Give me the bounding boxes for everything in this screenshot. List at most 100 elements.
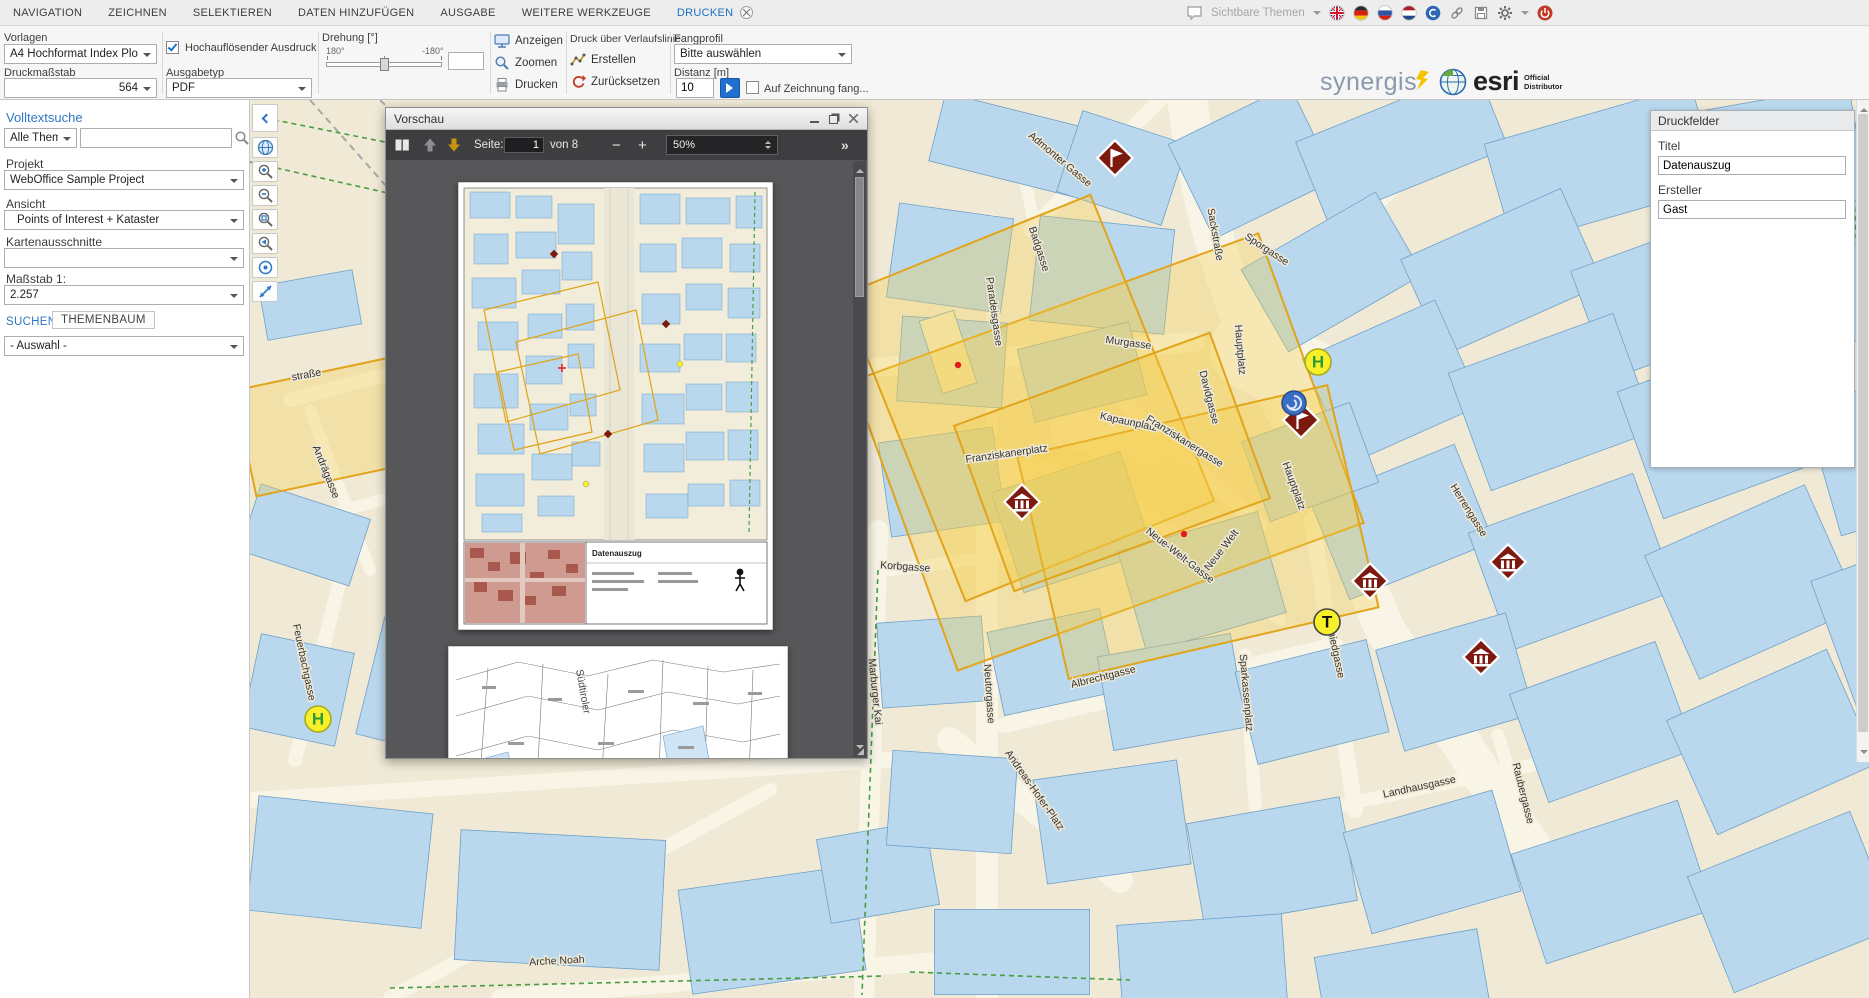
page-number-input[interactable]: [504, 137, 544, 153]
previous-extent-button[interactable]: [252, 233, 278, 254]
copyright-icon[interactable]: [1425, 5, 1441, 21]
zoom-level-select[interactable]: 50%: [666, 135, 778, 155]
gear-chevron-down-icon[interactable]: [1521, 11, 1529, 19]
zoom-window-button[interactable]: [252, 209, 278, 230]
center-map-button[interactable]: [252, 257, 278, 278]
more-tools-button[interactable]: »: [841, 137, 849, 153]
zoom-out-button[interactable]: −: [612, 137, 621, 154]
titel-label: Titel: [1658, 139, 1854, 153]
scrollbar-thumb[interactable]: [1858, 114, 1868, 732]
page1-title: Datenauszug: [592, 549, 642, 558]
tab-ausgabe[interactable]: AUSGABE: [427, 0, 508, 26]
poi-red-dot-icon[interactable]: [1181, 531, 1187, 537]
magnifier-icon: [494, 55, 510, 71]
kartenausschnitte-dropdown[interactable]: [4, 248, 244, 268]
fang-checkbox[interactable]: [746, 81, 759, 94]
volltextsuche-link[interactable]: Volltextsuche: [6, 110, 83, 125]
rotation-input[interactable]: [448, 52, 484, 70]
page-layout-icon[interactable]: [394, 137, 410, 153]
search-icon[interactable]: [234, 130, 250, 146]
poi-stop-h-icon[interactable]: H: [1305, 349, 1331, 375]
zoomen-button[interactable]: Zoomen: [494, 55, 557, 71]
drehung-max-label: -180°: [422, 46, 444, 56]
language-flag-nl-icon[interactable]: [1401, 5, 1417, 21]
poi-taxi-t-icon[interactable]: T: [1314, 609, 1340, 635]
tab-selektieren[interactable]: SELEKTIEREN: [180, 0, 285, 26]
page-down-icon[interactable]: [446, 137, 462, 153]
preview-titlebar[interactable]: Vorschau: [386, 108, 867, 130]
auswahl-dropdown[interactable]: - Auswahl -: [4, 336, 244, 356]
close-x-icon: [743, 9, 750, 16]
pan-button[interactable]: [252, 281, 278, 302]
language-flag-uk-icon[interactable]: [1329, 5, 1345, 21]
save-icon[interactable]: [1473, 5, 1489, 21]
hochaufloesend-checkbox[interactable]: [166, 41, 179, 54]
preview-content[interactable]: Datenauszug Südtir: [386, 160, 867, 758]
monitor-icon: [494, 33, 510, 49]
zoom-out-icon: [257, 187, 274, 204]
tab-drucken[interactable]: DRUCKEN: [664, 0, 747, 26]
druckmassstab-dropdown[interactable]: 564: [4, 78, 157, 98]
tab-navigation[interactable]: NAVIGATION: [0, 0, 95, 26]
rotation-slider[interactable]: [326, 56, 444, 74]
scroll-down-icon[interactable]: [1860, 750, 1868, 758]
page-up-icon[interactable]: [422, 137, 438, 153]
language-flag-de-icon[interactable]: [1353, 5, 1369, 21]
resize-handle-icon[interactable]: ◢: [857, 746, 864, 757]
preview-page-2[interactable]: Südtiroler: [448, 646, 788, 758]
tab-weitere-werkzeuge[interactable]: WEITERE WERKZEUGE: [509, 0, 664, 26]
poi-red-dot-icon[interactable]: [955, 362, 961, 368]
titel-input[interactable]: [1658, 156, 1846, 175]
poi-stop-h-icon[interactable]: H: [305, 706, 331, 732]
zoom-in-button[interactable]: [252, 161, 278, 182]
poi-spiral-icon[interactable]: [1282, 391, 1306, 415]
slider-handle[interactable]: [380, 58, 389, 71]
chat-bubble-icon[interactable]: [1186, 5, 1203, 21]
zuruecksetzen-button[interactable]: Zurücksetzen: [570, 74, 660, 90]
tab-themenbaum[interactable]: THEMENBAUM: [52, 311, 155, 329]
ansicht-dropdown[interactable]: Points of Interest + Kataster: [4, 210, 244, 230]
visible-themes-label[interactable]: Sichtbare Themen: [1211, 7, 1305, 19]
ersteller-input[interactable]: [1658, 200, 1846, 219]
preview-scrollbar-thumb[interactable]: [855, 177, 864, 297]
erstellen-button[interactable]: Erstellen: [570, 52, 636, 68]
fangprofil-dropdown[interactable]: Bitte auswählen: [674, 44, 852, 64]
tab-daten-hinzufuegen[interactable]: DATEN HINZUFÜGEN: [285, 0, 427, 26]
spinner-icon[interactable]: [765, 138, 771, 152]
ausgabetyp-dropdown[interactable]: PDF: [166, 78, 312, 98]
globe-button[interactable]: [252, 137, 278, 158]
preview-scrollbar[interactable]: [853, 161, 866, 757]
gear-icon[interactable]: [1497, 5, 1513, 21]
preview-page-1[interactable]: Datenauszug: [458, 182, 773, 630]
hochaufloesend-label: Hochauflösender Ausdruck: [185, 42, 316, 54]
vorlagen-dropdown[interactable]: A4 Hochformat Index Plot: [4, 44, 157, 64]
scroll-up-icon[interactable]: [1860, 104, 1868, 112]
preview-title: Vorschau: [394, 112, 444, 126]
drucken-button[interactable]: Drucken: [494, 77, 558, 93]
link-icon[interactable]: [1449, 5, 1465, 21]
apply-distanz-button[interactable]: [720, 78, 740, 98]
projekt-dropdown[interactable]: WebOffice Sample Project: [4, 170, 244, 190]
logout-icon[interactable]: [1537, 5, 1553, 21]
restore-icon[interactable]: [829, 115, 838, 124]
preview-toolbar: Seite: von 8 − + 50% »: [386, 130, 867, 160]
map-vertical-scrollbar[interactable]: [1856, 100, 1869, 762]
zoom-out-button[interactable]: [252, 185, 278, 206]
anzeigen-button[interactable]: Anzeigen: [494, 33, 563, 49]
collapse-sidebar-button[interactable]: [252, 104, 278, 132]
search-input[interactable]: [80, 128, 232, 148]
preview-window[interactable]: Vorschau Seite: von 8 − + 50% »: [385, 107, 868, 759]
themen-dropdown[interactable]: Alle Themen: [4, 128, 77, 148]
zoom-in-button[interactable]: +: [638, 137, 647, 154]
tab-suchen[interactable]: SUCHEN: [6, 316, 56, 328]
distanz-input[interactable]: [676, 78, 714, 98]
close-icon[interactable]: [848, 113, 859, 124]
close-tab-icon[interactable]: [740, 6, 753, 19]
projekt-label: Projekt: [6, 157, 43, 171]
ansicht-value: Points of Interest + Kataster: [17, 214, 159, 226]
minimize-icon[interactable]: [810, 115, 819, 123]
arrow-right-icon: [726, 83, 738, 93]
tab-zeichnen[interactable]: ZEICHNEN: [95, 0, 180, 26]
massstab-dropdown[interactable]: 2.257: [4, 285, 244, 305]
language-flag-ru-icon[interactable]: [1377, 5, 1393, 21]
